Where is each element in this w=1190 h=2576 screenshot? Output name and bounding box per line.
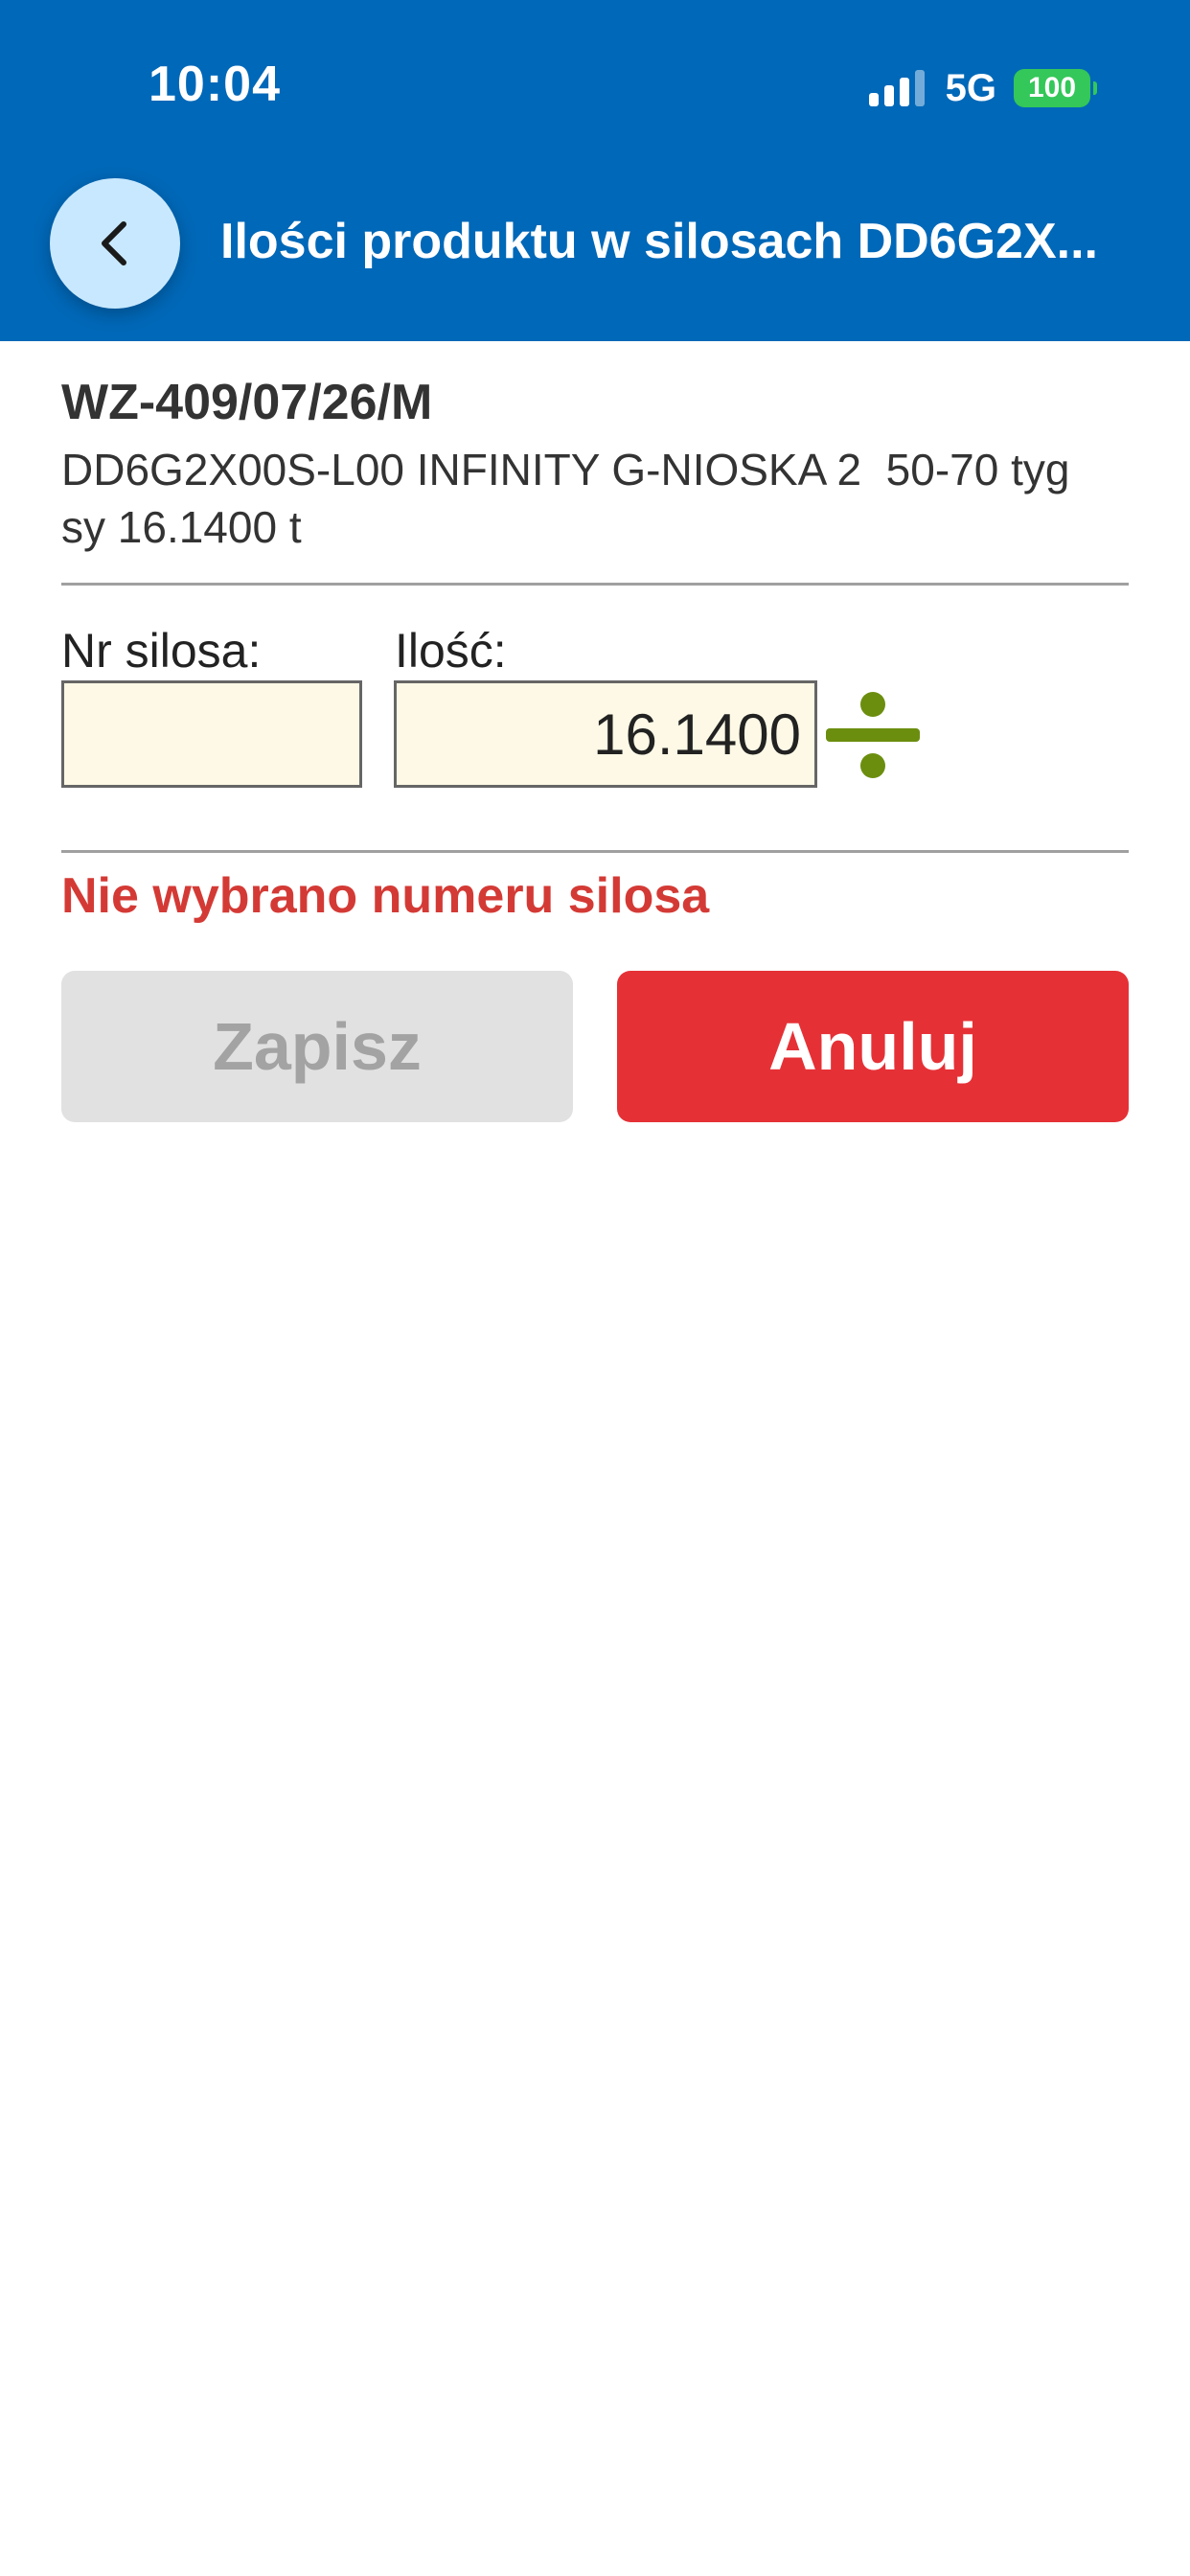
divide-icon[interactable]	[826, 688, 920, 782]
document-number: WZ-409/07/26/M	[61, 375, 433, 430]
back-button[interactable]	[50, 178, 180, 309]
quantity-input[interactable]	[394, 680, 817, 788]
status-indicators: 5G 100	[868, 63, 1097, 113]
chevron-left-icon	[102, 221, 126, 265]
product-description: DD6G2X00S-L00 INFINITY G-NIOSKA 2 50-70 …	[61, 445, 1095, 552]
silo-number-input[interactable]	[61, 680, 362, 788]
page-title: Ilości produktu w silosach DD6G2X...	[220, 214, 1098, 269]
app-header: 10:04 5G 100 Ilości produktu w silosach …	[0, 0, 1190, 341]
save-button[interactable]: Zapisz	[61, 971, 573, 1122]
battery-icon: 100	[1014, 69, 1097, 107]
battery-level: 100	[1027, 72, 1077, 104]
error-message: Nie wybrano numeru silosa	[61, 868, 710, 924]
cancel-button[interactable]: Anuluj	[617, 971, 1129, 1122]
signal-bars-icon	[868, 70, 925, 106]
network-type: 5G	[945, 66, 996, 109]
silo-number-label: Nr silosa:	[61, 624, 262, 678]
status-time: 10:04	[149, 57, 281, 112]
divider-top	[61, 583, 1129, 586]
quantity-label: Ilość:	[395, 624, 507, 678]
divider-bottom	[61, 850, 1129, 853]
